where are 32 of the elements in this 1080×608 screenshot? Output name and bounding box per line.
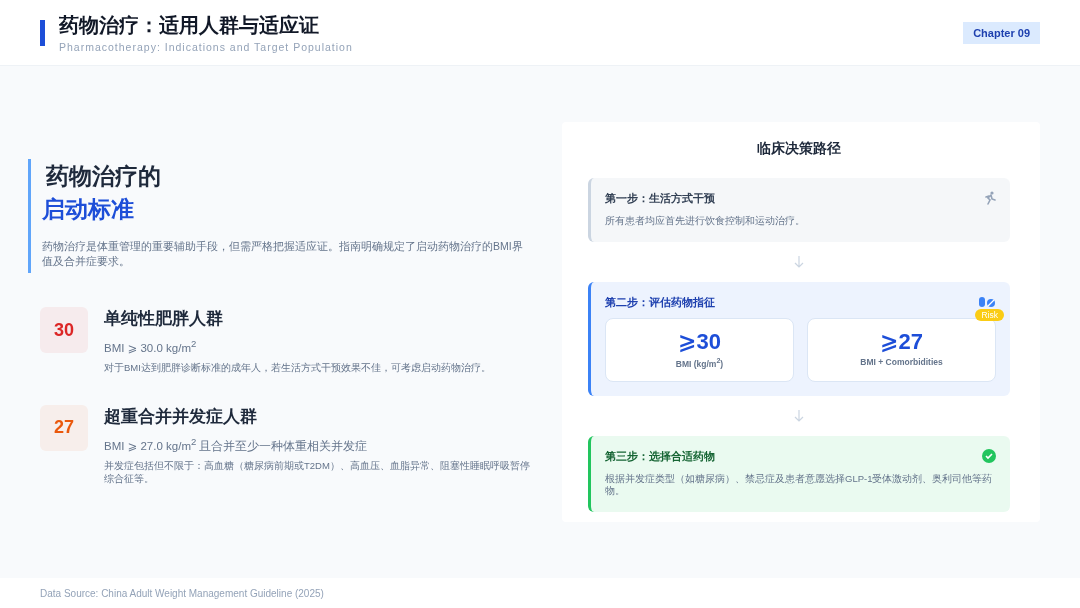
running-person-icon	[984, 191, 996, 206]
step-title: 第二步：评估药物指征	[605, 294, 715, 310]
criterion-rule: BMI ⩾ 27.0 kg/m$^{2}$ 且合并至少一种体重相关并发症	[104, 435, 369, 454]
metric-value: ⩾30	[677, 328, 722, 355]
page-subtitle: Pharmacotherapy: Indications and Target Population	[59, 41, 353, 53]
criterion-title: 超重合并并发症人群	[104, 405, 258, 428]
down-arrow-icon	[794, 409, 804, 422]
step-title: 第一步：生活方式干预	[605, 190, 715, 206]
criterion-title: 单纯性肥胖人群	[104, 308, 224, 331]
intro-text: 药物治疗是体重管理的重要辅助手段，但需严格把握适应证。指南明确规定了启动药物治疗的BMI界值及合并症要求。	[42, 238, 524, 270]
criterion-rule: BMI ⩾ 30.0 kg/m$^{2}$	[104, 338, 198, 356]
section-title-highlight: 启动标准	[42, 194, 135, 224]
page-title: 药物治疗：适用人群与适应证	[59, 12, 320, 39]
down-arrow-icon	[794, 255, 804, 268]
data-source: Data Source: China Adult Weight Management Guideline (2025)	[40, 587, 324, 599]
step-text: 所有患者均应首先进行饮食控制和运动治疗。	[605, 214, 806, 228]
metric-value: ⩾27	[879, 328, 924, 355]
metric-label: BMI (kg/m$^{2}$)	[674, 356, 725, 369]
metric-label: BMI + Comorbidities	[859, 356, 944, 367]
number-badge: 27	[40, 404, 88, 451]
accent-bar	[40, 19, 45, 46]
section-title: 药物治疗的	[45, 161, 162, 191]
pills-icon	[978, 296, 996, 309]
check-circle-icon	[982, 449, 996, 463]
criterion-note: 并发症包括但不限于：高血糖（糖尿病前期或T2DM）、高血压、血脂异常、阻塞性睡眠呼吸暂停综合征等。	[104, 460, 531, 486]
step-text: 根据并发症类型（如糖尿病）、禁忌症及患者意愿选择GLP-1受体激动剂、奥利司他等药物。	[605, 472, 994, 499]
step-title: 第三步：选择合适药物	[605, 448, 715, 464]
pathway-title: 临床决策路径	[756, 139, 842, 158]
chapter-tag: Chapter 09	[963, 21, 1040, 44]
criterion-note: 对于BMI达到肥胖诊断标准的成年人，若生活方式干预效果不佳，可考虑启动药物治疗。	[104, 362, 491, 375]
number-badge: 30	[40, 307, 88, 354]
risk-badge: Risk	[975, 308, 1004, 321]
